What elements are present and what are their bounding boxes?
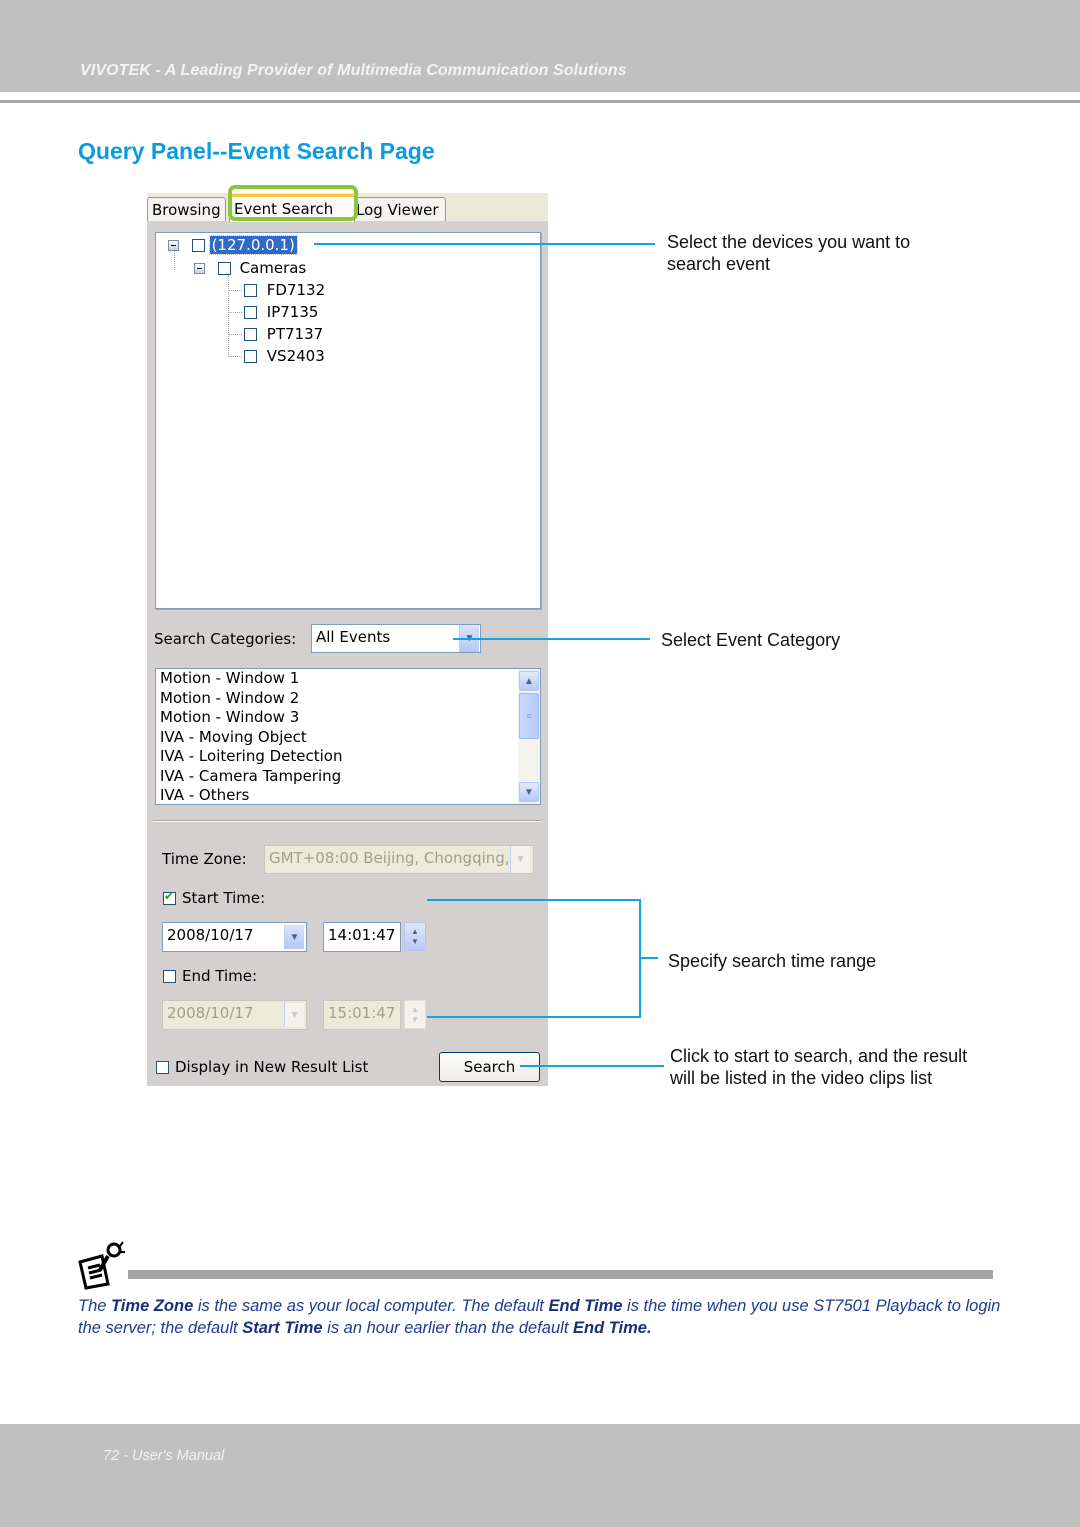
list-item[interactable]: Motion - Window 1 bbox=[156, 669, 540, 689]
callout-line-devices bbox=[314, 243, 655, 245]
display-new-list-toggle[interactable] bbox=[156, 1059, 169, 1077]
server-label[interactable]: (127.0.0.1) bbox=[208, 235, 298, 255]
search-button[interactable]: Search bbox=[439, 1052, 540, 1082]
page-footer bbox=[0, 1424, 1080, 1527]
chevron-down-icon[interactable]: ▼ bbox=[510, 846, 530, 873]
camera-checkbox[interactable] bbox=[244, 306, 257, 319]
tree-connector bbox=[229, 334, 242, 335]
tree-node-cameras[interactable]: Cameras bbox=[194, 257, 306, 279]
tab-label: Log Viewer bbox=[356, 201, 439, 219]
callout-text-line: search event bbox=[667, 254, 771, 274]
note-icon bbox=[76, 1240, 126, 1290]
header-divider bbox=[0, 100, 1080, 103]
time-zone-value: GMT+08:00 Beijing, Chongqing, bbox=[269, 849, 510, 867]
start-time-value: 14:01:47 bbox=[328, 926, 396, 944]
callout-line-search bbox=[520, 1065, 664, 1067]
collapse-icon[interactable] bbox=[194, 263, 205, 274]
page-number: 72 - User's Manual bbox=[103, 1448, 225, 1464]
start-time-toggle[interactable] bbox=[163, 889, 176, 908]
tab-highlight-frame bbox=[228, 185, 358, 221]
tree-node-camera[interactable]: PT7137 bbox=[244, 323, 323, 345]
list-item[interactable]: IVA - Loitering Detection bbox=[156, 747, 540, 767]
callout-time-range: Specify search time range bbox=[668, 951, 877, 971]
camera-checkbox[interactable] bbox=[244, 350, 257, 363]
time-zone-label: Time Zone: bbox=[162, 850, 247, 868]
start-time-label: Start Time: bbox=[182, 889, 266, 907]
end-time-value: 15:01:47 bbox=[328, 1004, 396, 1022]
callout-line-time-top bbox=[427, 899, 641, 901]
callout-search: Click to start to search, and the result… bbox=[670, 1045, 967, 1089]
list-scrollbar[interactable]: ▲ ≡ ▼ bbox=[518, 669, 540, 804]
start-time-field[interactable]: 14:01:47 bbox=[323, 922, 401, 952]
note-fragment: The bbox=[78, 1297, 112, 1315]
chevron-down-icon[interactable]: ▼ bbox=[284, 925, 304, 949]
header-tagline: VIVOTEK - A Leading Provider of Multimed… bbox=[80, 62, 627, 79]
note-fragment: is an hour earlier than the default bbox=[322, 1319, 573, 1337]
tree-node-camera[interactable]: VS2403 bbox=[244, 345, 325, 367]
tree-connector bbox=[229, 312, 242, 313]
list-item[interactable]: IVA - Camera Tampering bbox=[156, 767, 540, 787]
event-type-list[interactable]: Motion - Window 1 Motion - Window 2 Moti… bbox=[155, 668, 541, 805]
cameras-label: Cameras bbox=[239, 259, 307, 277]
note-text: The Time Zone is the same as your local … bbox=[78, 1295, 1008, 1339]
server-checkbox[interactable] bbox=[191, 239, 205, 252]
callout-line-time-bottom bbox=[427, 1016, 641, 1018]
collapse-icon[interactable] bbox=[168, 240, 179, 251]
tree-connector bbox=[229, 356, 242, 357]
chevron-down-icon[interactable]: ▼ bbox=[284, 1003, 304, 1027]
start-time-spinner[interactable]: ▲ ▼ bbox=[404, 922, 426, 951]
camera-checkbox[interactable] bbox=[244, 328, 257, 341]
tree-connector bbox=[228, 275, 229, 357]
list-item[interactable]: IVA - Moving Object bbox=[156, 728, 540, 748]
display-new-list-label: Display in New Result List bbox=[175, 1058, 369, 1076]
scroll-thumb[interactable]: ≡ bbox=[519, 693, 539, 739]
note-divider bbox=[128, 1270, 993, 1279]
list-item[interactable]: Motion - Window 2 bbox=[156, 689, 540, 709]
camera-label: IP7135 bbox=[266, 303, 319, 321]
note-emphasis: End Time. bbox=[573, 1319, 652, 1337]
callout-line-time-tick bbox=[640, 957, 658, 959]
tab-log-viewer[interactable]: Log Viewer bbox=[353, 197, 446, 221]
callout-text-line: Click to start to search, and the result bbox=[670, 1046, 968, 1066]
callout-text-line: will be listed in the video clips list bbox=[670, 1068, 933, 1088]
callout-category: Select Event Category bbox=[661, 630, 841, 650]
tree-node-camera[interactable]: FD7132 bbox=[244, 279, 325, 301]
end-time-spinner[interactable]: ▲ ▼ bbox=[404, 1000, 426, 1029]
search-categories-label: Search Categories: bbox=[154, 630, 297, 648]
end-time-checkbox[interactable] bbox=[163, 970, 176, 984]
start-date-value: 2008/10/17 bbox=[167, 926, 254, 944]
end-time-field[interactable]: 15:01:47 bbox=[323, 1000, 401, 1030]
camera-checkbox[interactable] bbox=[244, 284, 257, 297]
end-date-value: 2008/10/17 bbox=[167, 1004, 254, 1022]
camera-label: VS2403 bbox=[266, 347, 325, 365]
callout-text-line: Select the devices you want to bbox=[667, 232, 911, 252]
callout-line-category bbox=[453, 638, 650, 640]
tab-label: Browsing bbox=[152, 201, 221, 219]
tree-node-camera[interactable]: IP7135 bbox=[244, 301, 318, 323]
scroll-down-icon[interactable]: ▼ bbox=[519, 782, 539, 802]
tab-browsing[interactable]: Browsing bbox=[147, 197, 226, 221]
camera-label: PT7137 bbox=[266, 325, 324, 343]
camera-label: FD7132 bbox=[266, 281, 326, 299]
device-tree[interactable] bbox=[155, 232, 541, 609]
callout-devices: Select the devices you want to search ev… bbox=[667, 231, 910, 275]
display-new-list-checkbox[interactable] bbox=[156, 1061, 169, 1075]
scroll-up-icon[interactable]: ▲ bbox=[519, 671, 539, 691]
list-item[interactable]: Motion - Window 3 bbox=[156, 708, 540, 728]
list-item[interactable]: IVA - Others bbox=[156, 786, 540, 804]
cameras-checkbox[interactable] bbox=[217, 262, 231, 275]
time-zone-select[interactable]: GMT+08:00 Beijing, Chongqing, bbox=[264, 845, 534, 874]
start-time-checkbox[interactable] bbox=[163, 889, 176, 906]
end-time-label: End Time: bbox=[182, 967, 258, 985]
selected-category: All Events bbox=[316, 628, 391, 646]
note-emphasis: Time Zone bbox=[111, 1297, 194, 1315]
note-emphasis: End Time bbox=[548, 1297, 623, 1315]
note-fragment: is the same as your local computer. The … bbox=[193, 1297, 549, 1315]
end-time-toggle[interactable] bbox=[163, 968, 176, 986]
page-title: Query Panel--Event Search Page bbox=[78, 138, 435, 164]
tree-connector bbox=[229, 290, 242, 291]
section-divider bbox=[153, 820, 541, 822]
note-emphasis: Start Time bbox=[242, 1319, 323, 1337]
tree-node-server[interactable]: (127.0.0.1) bbox=[168, 234, 298, 256]
